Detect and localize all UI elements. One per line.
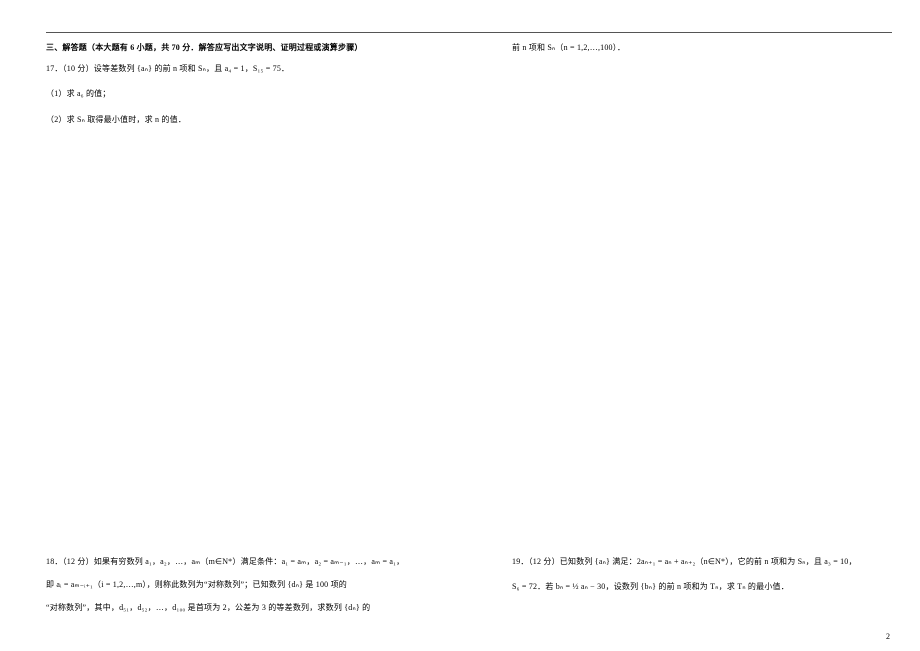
q18-line2: 即 aᵢ = aₘ₋ᵢ₊₁（i = 1,2,…,m），则称此数列为“对称数列”；… [46,577,466,592]
q18-line1: 18．（12 分）如果有穷数列 a₁，a₂，…，aₘ（m∈N*）满足条件：a₁ … [46,554,466,569]
q18-line4-right: 前 n 项和 Sₙ（n = 1,2,…,100）． [512,40,920,55]
q19-line2: S₆ = 72．若 bₙ = ½ aₙ − 30，设数列 {bₙ} 的前 n 项… [512,579,920,594]
q17-part1: （1）求 a₆ 的值； [46,86,466,101]
page-number: 2 [886,632,890,641]
q19-line1: 19．（12 分）已知数列 {aₙ} 满足：2aₙ₊₁ = aₙ + aₙ₊₂（… [512,554,920,569]
right-column-bottom: 19．（12 分）已知数列 {aₙ} 满足：2aₙ₊₁ = aₙ + aₙ₊₂（… [512,554,920,594]
top-rule [46,32,892,33]
right-column-top: 前 n 项和 Sₙ（n = 1,2,…,100）． [512,40,920,55]
left-column-bottom: 18．（12 分）如果有穷数列 a₁，a₂，…，aₘ（m∈N*）满足条件：a₁ … [46,554,466,616]
q17-stem: 17．（10 分）设等差数列 {aₙ} 的前 n 项和 Sₙ，且 a₄ = 1，… [46,61,466,76]
section-heading: 三、解答题（本大题有 6 小题，共 70 分．解答应写出文字说明、证明过程或演算… [46,40,466,55]
left-column-top: 三、解答题（本大题有 6 小题，共 70 分．解答应写出文字说明、证明过程或演算… [46,40,466,127]
q18-line3: “对称数列”，其中，d₅₁，d₅₂，…，d₁₀₀ 是首项为 2，公差为 3 的等… [46,600,466,615]
q17-part2: （2）求 Sₙ 取得最小值时，求 n 的值． [46,112,466,127]
